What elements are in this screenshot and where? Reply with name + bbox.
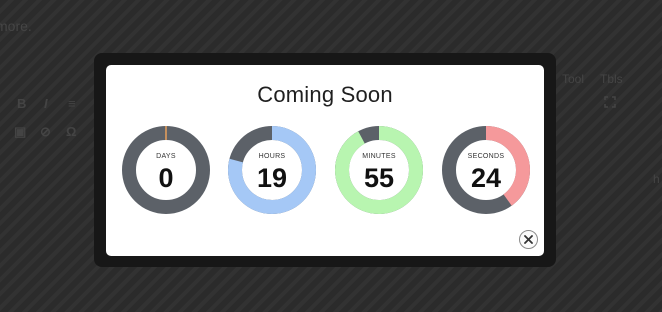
background-tag-indicator: h <box>653 172 660 186</box>
background-fullscreen-icon <box>604 96 616 108</box>
countdown-seconds: SECONDS 24 <box>441 125 531 215</box>
close-button[interactable] <box>519 230 538 249</box>
countdown-label: MINUTES <box>362 153 396 160</box>
countdown-hours: HOURS 19 <box>227 125 317 215</box>
background-menu-tables: Tbls <box>600 72 623 86</box>
background-link-icon: ⊘ <box>40 124 51 139</box>
countdown-value: 0 <box>158 163 174 193</box>
countdown-value: 19 <box>256 163 288 193</box>
countdown-label: SECONDS <box>467 153 505 160</box>
countdown-minutes: MINUTES 55 <box>334 125 424 215</box>
countdown-label: HOURS <box>258 153 286 160</box>
background-image-icon: ▣ <box>14 124 27 139</box>
close-icon[interactable] <box>524 235 533 244</box>
background-page-title: more. <box>0 18 32 34</box>
countdown-days: DAYS 0 <box>121 125 211 215</box>
background-menu-tools: Tool <box>562 72 585 86</box>
countdown-value: 24 <box>470 163 502 193</box>
background-bold-button: B <box>17 96 27 111</box>
background-italic-button: I <box>44 96 48 111</box>
coming-soon-modal: Coming Soon DAYS 0 HOURS 19 MINUTES 55 S… <box>106 65 544 256</box>
countdown-value: 55 <box>363 163 395 193</box>
background-align-icon: ≡ <box>68 96 76 111</box>
modal-title: Coming Soon <box>257 82 393 107</box>
background-code-icon: Ω <box>66 124 77 139</box>
countdown-label: DAYS <box>156 153 176 160</box>
